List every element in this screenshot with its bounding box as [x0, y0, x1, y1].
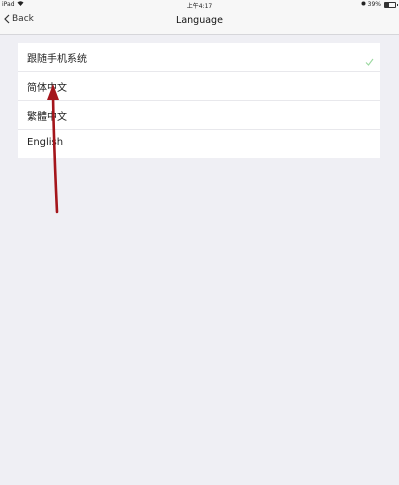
checkmark-icon	[365, 51, 374, 70]
alarm-icon	[361, 1, 366, 8]
language-label: English	[27, 137, 64, 148]
language-list: 跟随手机系统 简体中文 繁體中文 English	[18, 43, 380, 158]
language-option-english[interactable]: English	[18, 130, 380, 158]
battery-fill	[385, 2, 389, 7]
battery-icon	[384, 1, 398, 8]
language-option-traditional-chinese[interactable]: 繁體中文	[18, 101, 380, 130]
language-label: 繁體中文	[27, 112, 67, 123]
navigation-bar: Back Language	[0, 9, 399, 35]
language-option-simplified-chinese[interactable]: 简体中文	[18, 72, 380, 101]
status-right: 39%	[361, 1, 398, 8]
language-label: 跟随手机系统	[27, 54, 87, 65]
battery-percent: 39%	[367, 1, 381, 8]
settings-screen: iPad 上午4:17 39% Back Language 跟随手机系统 简体中…	[0, 0, 399, 485]
page-title: Language	[176, 15, 223, 26]
language-option-follow-system[interactable]: 跟随手机系统	[18, 43, 380, 72]
language-label: 简体中文	[27, 83, 67, 94]
status-bar: iPad 上午4:17 39%	[0, 0, 399, 10]
